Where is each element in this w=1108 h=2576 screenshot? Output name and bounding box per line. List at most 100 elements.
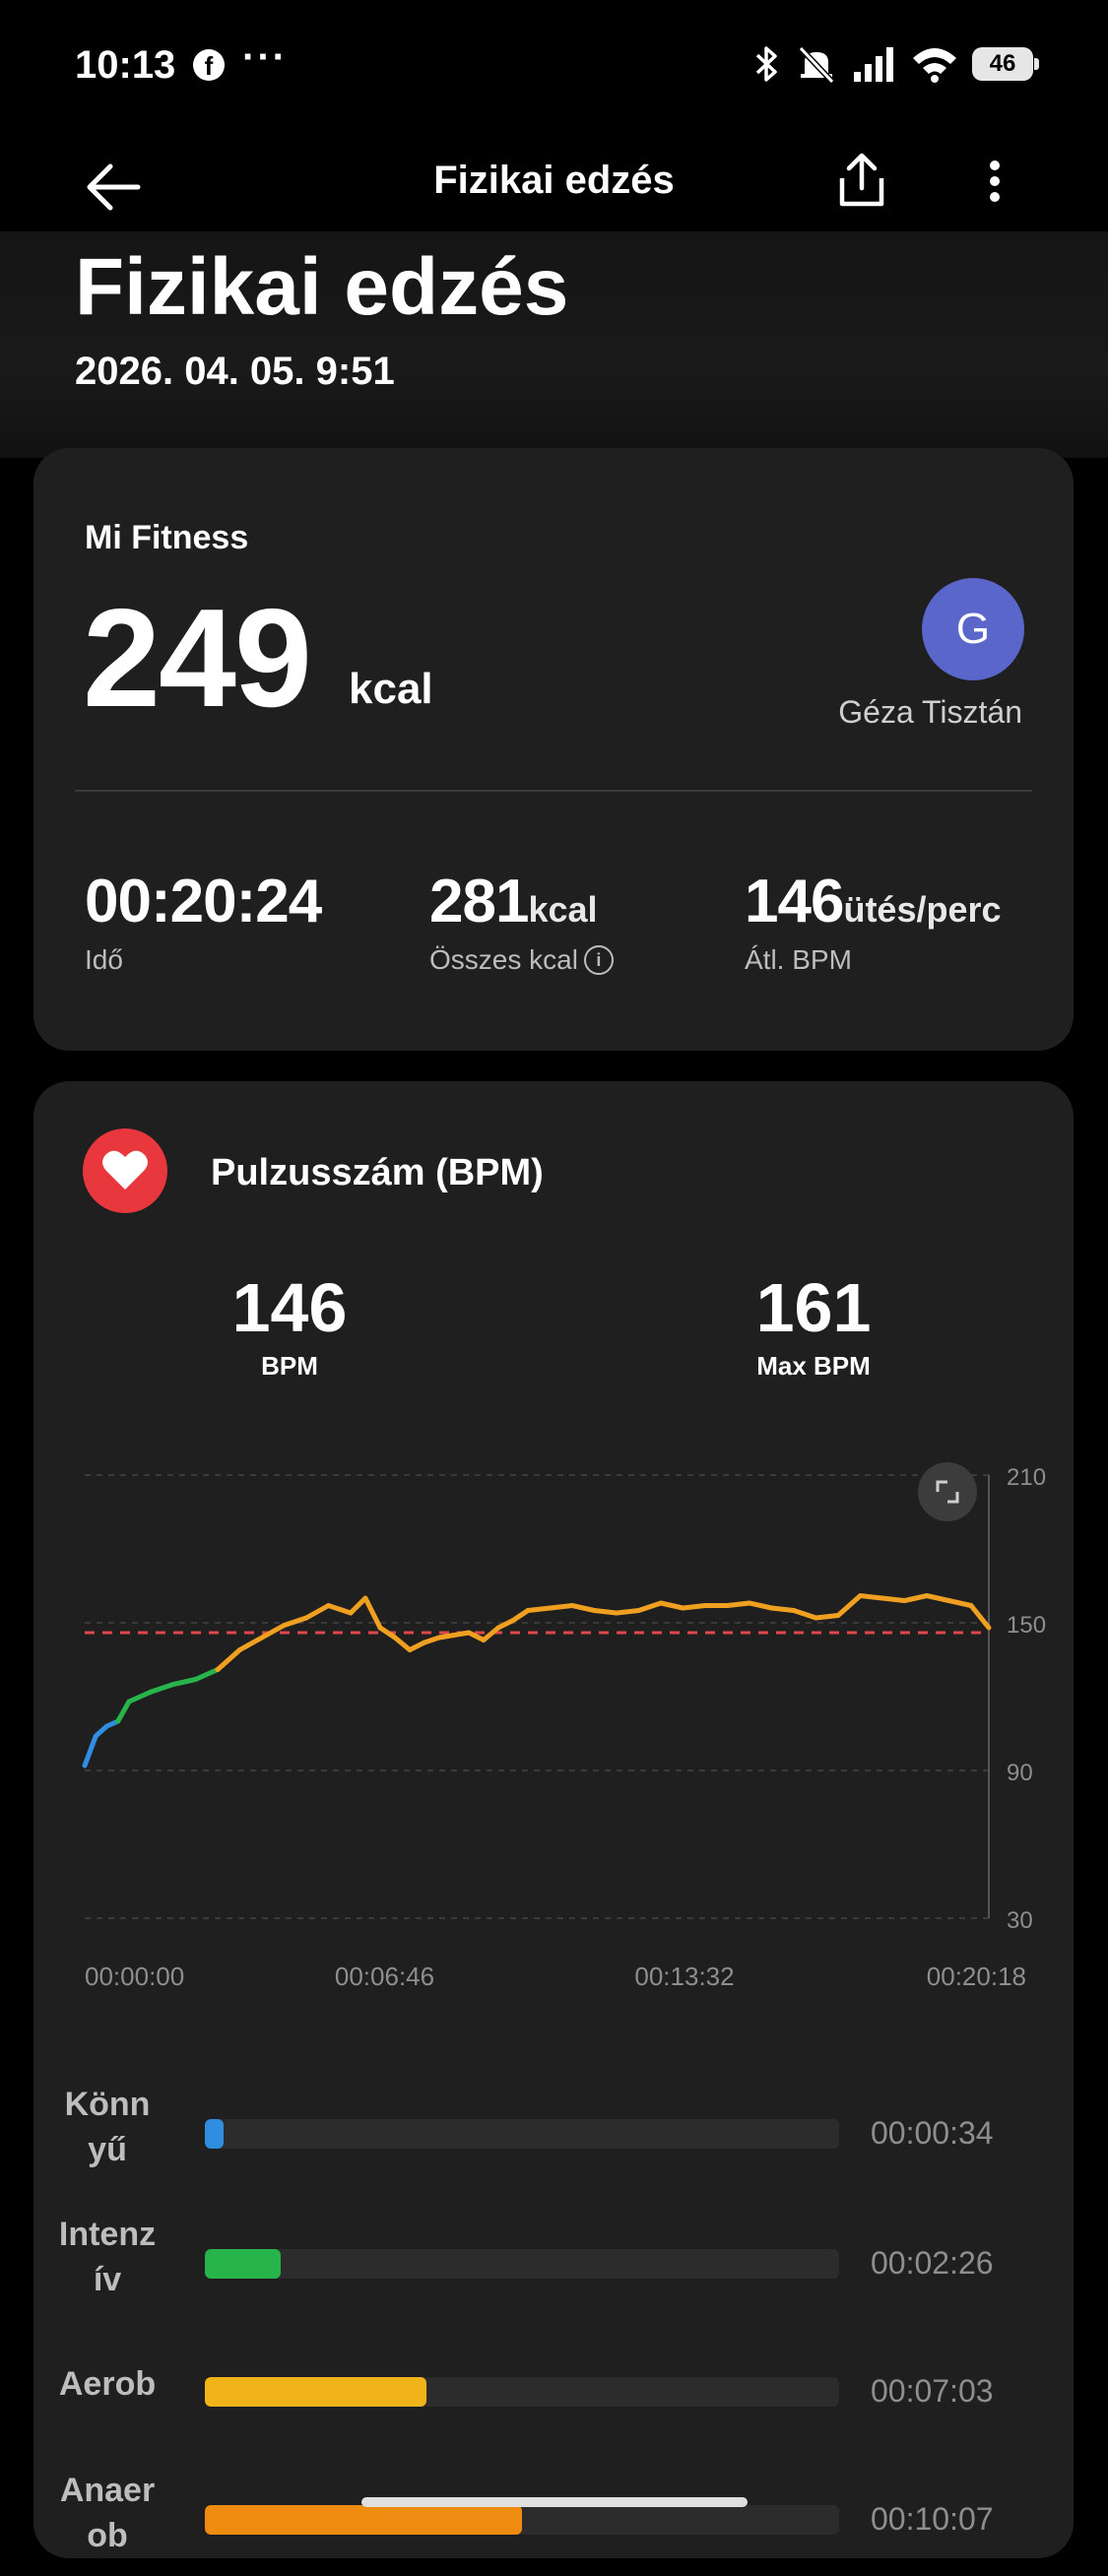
hr-line-segment [326, 1603, 354, 1616]
hr-line-segment [614, 1608, 641, 1616]
x-tick-label: 00:13:32 [634, 1962, 734, 1987]
status-icons: 46 [751, 39, 1039, 89]
battery-icon: 46 [972, 47, 1039, 81]
hr-line-segment [814, 1613, 841, 1621]
zone-row: Könn yű 00:00:34 [33, 2082, 1074, 2190]
hr-line-segment [548, 1603, 575, 1611]
avg-bpm-stat: 146 BPM [171, 1268, 408, 1382]
zone-row: Anaer ob 00:10:07 [33, 2468, 1074, 2576]
hr-line-segment [636, 1600, 664, 1613]
zone-label: Aerob [58, 2365, 157, 2403]
heart-rate-title: Pulzusszám (BPM) [211, 1152, 544, 1193]
calories-unit: kcal [349, 665, 433, 713]
hr-line-segment [658, 1600, 685, 1611]
stat-value: 281 [429, 868, 529, 935]
hr-line-segment [495, 1618, 516, 1631]
wifi-icon [913, 48, 956, 83]
stat-total-kcal: 281kcal Összes kcal i [429, 867, 614, 976]
max-bpm-stat: 161 Max BPM [695, 1268, 932, 1382]
hr-line-segment [82, 1733, 98, 1769]
heart-icon [83, 1128, 167, 1213]
summary-card: Mi Fitness 249 kcal G Géza Tisztán 00:20… [33, 448, 1074, 1051]
hr-line-segment [407, 1640, 427, 1652]
x-tick-label: 00:06:46 [335, 1962, 434, 1987]
hr-line-segment [946, 1598, 974, 1608]
hr-line-segment [115, 1699, 132, 1724]
zone-row: Aerob 00:07:03 [33, 2340, 1074, 2448]
signal-icon [854, 47, 893, 82]
stat-duration: 00:20:24 Idő [85, 867, 322, 976]
app-bar-title: Fizikai edzés [433, 159, 675, 202]
hr-line-segment [525, 1605, 553, 1613]
expand-chart-icon[interactable] [918, 1462, 977, 1521]
hr-line-segment [282, 1615, 309, 1628]
hr-line-segment [569, 1603, 597, 1613]
zone-bar-fill [205, 2377, 427, 2407]
silent-icon [798, 45, 835, 84]
stat-label: Idő [85, 944, 123, 975]
hr-line-segment [858, 1593, 885, 1601]
zone-row: Intenz ív 00:02:26 [33, 2212, 1074, 2320]
hr-line-segment [348, 1595, 368, 1616]
hr-line-segment [170, 1677, 198, 1687]
home-indicator[interactable] [361, 2497, 748, 2507]
hr-line-segment [215, 1647, 242, 1672]
app-bar: Fizikai edzés [0, 133, 1108, 231]
page-title: Fizikai edzés [75, 242, 569, 332]
status-bar: 10:13 f ··· 46 [0, 0, 1108, 133]
stat-avg-bpm: 146ütés/perc Átl. BPM [745, 867, 1002, 976]
avatar[interactable]: G [922, 578, 1024, 680]
hr-line-segment [193, 1667, 221, 1682]
hr-line-segment [880, 1595, 907, 1603]
zone-time: 00:10:07 [871, 2501, 994, 2537]
divider [75, 790, 1032, 792]
heart-rate-card: Pulzusszám (BPM) 146 BPM 161 Max BPM 210… [33, 1081, 1074, 2558]
zone-label: Intenz ív [58, 2216, 157, 2298]
zone-bar-track [205, 2377, 839, 2407]
stat-value: 00:20:24 [85, 868, 322, 935]
facebook-icon: f [193, 49, 225, 81]
zone-bar-track [205, 2249, 839, 2279]
y-tick-label: 90 [1007, 1760, 1033, 1786]
bluetooth-icon [755, 46, 777, 82]
hr-line-segment [592, 1608, 619, 1616]
zone-label: Könn yű [64, 2086, 151, 2168]
stat-label: Átl. BPM [745, 944, 852, 975]
hr-line-segment [510, 1608, 531, 1623]
hr-line-segment [968, 1603, 992, 1631]
hr-line-segment [681, 1603, 708, 1611]
zone-bar-fill [205, 2505, 522, 2535]
avg-bpm-value: 146 [231, 1269, 348, 1346]
heart-rate-chart[interactable]: 210 150 90 30 00:00:00 00:06:46 00:13:32 00:20:… [33, 1436, 1074, 1987]
hr-line-segment [237, 1635, 265, 1652]
more-options-icon[interactable] [970, 147, 1019, 216]
avg-bpm-label: BPM [261, 1351, 318, 1381]
zone-time: 00:07:03 [871, 2373, 994, 2409]
zone-bar-track [205, 2505, 839, 2535]
hr-line-segment [303, 1603, 331, 1621]
source-app-label: Mi Fitness [85, 519, 249, 556]
info-icon[interactable]: i [583, 945, 614, 975]
stat-unit: kcal [528, 889, 598, 930]
stat-unit: ütés/perc [843, 889, 1002, 930]
y-tick-label: 150 [1007, 1612, 1046, 1639]
hr-line-segment [149, 1682, 176, 1695]
zone-bar-fill [205, 2249, 282, 2279]
max-bpm-value: 161 [755, 1269, 872, 1346]
hr-line-segment [725, 1600, 752, 1608]
y-tick-label: 30 [1007, 1907, 1033, 1934]
calories-value: 249 [83, 580, 312, 737]
x-tick-label: 00:20:18 [927, 1962, 1026, 1987]
zone-bar-track [205, 2119, 839, 2149]
stat-value: 146 [745, 868, 844, 935]
hr-line-segment [126, 1689, 154, 1705]
zone-label: Anaer ob [59, 2472, 156, 2554]
hr-line-segment [791, 1608, 818, 1621]
zone-time: 00:00:34 [871, 2115, 994, 2151]
status-time: 10:13 [75, 43, 176, 87]
stat-label: Összes kcal [429, 944, 578, 975]
hr-line-segment [902, 1593, 930, 1603]
share-icon[interactable] [827, 147, 896, 216]
zone-time: 00:02:26 [871, 2245, 994, 2281]
hr-line-segment [769, 1605, 797, 1613]
